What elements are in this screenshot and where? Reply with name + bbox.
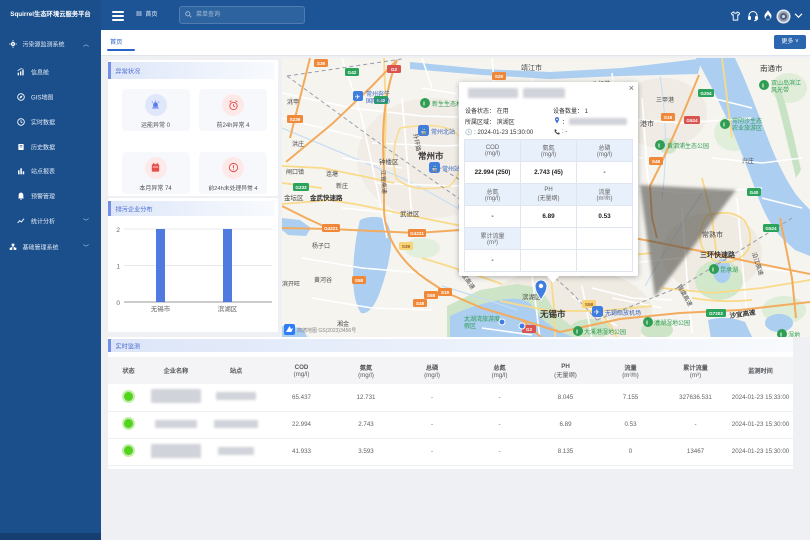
svg-text:漕湖湿地公园: 漕湖湿地公园 bbox=[654, 319, 690, 327]
svg-text:三甲港: 三甲港 bbox=[656, 96, 674, 104]
svg-text:农业旅游区: 农业旅游区 bbox=[732, 124, 762, 132]
svg-text:ll: ll bbox=[423, 102, 425, 108]
svg-text:ll: ll bbox=[646, 321, 648, 327]
svg-text:ll: ll bbox=[762, 84, 764, 90]
svg-text:金武快速路: 金武快速路 bbox=[309, 193, 343, 202]
svg-text:钟楼区: 钟楼区 bbox=[379, 157, 399, 166]
svg-text:1: 1 bbox=[116, 264, 120, 271]
svg-text:太湖湾旅游度: 太湖湾旅游度 bbox=[464, 315, 500, 323]
svg-text:S19: S19 bbox=[664, 115, 673, 120]
svg-text:S58: S58 bbox=[355, 278, 364, 283]
svg-text:大溪港湿地公园: 大溪港湿地公园 bbox=[584, 328, 626, 336]
svg-text:🚆: 🚆 bbox=[431, 165, 438, 173]
svg-text:2: 2 bbox=[116, 227, 120, 234]
svg-text:风光带: 风光带 bbox=[771, 86, 789, 94]
svg-text:S39: S39 bbox=[402, 244, 411, 249]
svg-text:黄泗浦生态公园: 黄泗浦生态公园 bbox=[667, 142, 709, 150]
svg-text:G4221: G4221 bbox=[324, 226, 338, 231]
svg-text:闸口镇: 闸口镇 bbox=[286, 168, 304, 176]
svg-text:无锡市: 无锡市 bbox=[539, 309, 566, 319]
svg-text:湘金: 湘金 bbox=[337, 320, 349, 328]
svg-text:黄河谷: 黄河谷 bbox=[314, 276, 332, 284]
svg-text:假区: 假区 bbox=[464, 322, 476, 330]
svg-text:南通市: 南通市 bbox=[760, 63, 783, 73]
svg-text:新生生态林: 新生生态林 bbox=[432, 100, 462, 108]
svg-text:靖江市: 靖江市 bbox=[521, 63, 542, 72]
svg-text:兴庄: 兴庄 bbox=[742, 157, 754, 165]
svg-text:双山岛滨江: 双山岛滨江 bbox=[771, 79, 801, 87]
svg-text:S19: S19 bbox=[441, 290, 450, 295]
svg-text:✈: ✈ bbox=[594, 310, 600, 317]
svg-text:国际机场: 国际机场 bbox=[366, 97, 390, 105]
svg-text:G7202: G7202 bbox=[709, 311, 723, 316]
svg-text:S48: S48 bbox=[652, 159, 661, 164]
svg-text:✈: ✈ bbox=[355, 94, 361, 101]
svg-text:武进区: 武进区 bbox=[400, 209, 420, 218]
svg-text:金坛区: 金坛区 bbox=[284, 193, 304, 202]
svg-text:港市: 港市 bbox=[640, 119, 654, 128]
svg-text:S239: S239 bbox=[290, 117, 301, 122]
svg-text:ll: ll bbox=[723, 123, 725, 129]
svg-text:G2: G2 bbox=[391, 67, 398, 72]
svg-text:连塘: 连塘 bbox=[326, 170, 338, 178]
svg-text:ll: ll bbox=[576, 330, 578, 336]
svg-text:常熟市: 常熟市 bbox=[702, 230, 723, 239]
svg-text:常州市: 常州市 bbox=[418, 151, 444, 161]
svg-text:常州北站: 常州北站 bbox=[431, 128, 455, 136]
svg-text:新庄: 新庄 bbox=[336, 182, 348, 190]
svg-text:S39: S39 bbox=[317, 61, 326, 66]
svg-text:G204: G204 bbox=[700, 91, 712, 96]
svg-text:无锡硕放机场: 无锡硕放机场 bbox=[605, 309, 641, 317]
svg-text:ll: ll bbox=[712, 268, 714, 274]
svg-text:三环快速路: 三环快速路 bbox=[700, 250, 736, 259]
svg-text:洮甲: 洮甲 bbox=[287, 98, 299, 106]
svg-text:🚆: 🚆 bbox=[420, 128, 427, 136]
svg-text:G42: G42 bbox=[348, 70, 357, 75]
svg-text:G40: G40 bbox=[750, 190, 759, 195]
svg-text:G233: G233 bbox=[295, 185, 307, 190]
svg-text:常阴沙生态: 常阴沙生态 bbox=[732, 117, 762, 125]
svg-text:G524: G524 bbox=[686, 118, 698, 123]
svg-text:S58: S58 bbox=[427, 293, 436, 298]
svg-text:滨开旺: 滨开旺 bbox=[282, 280, 300, 288]
svg-text:昆承湖: 昆承湖 bbox=[720, 266, 738, 274]
svg-text:杨子口: 杨子口 bbox=[312, 242, 330, 250]
svg-text:无锡市: 无锡市 bbox=[151, 304, 171, 313]
svg-text:S58: S58 bbox=[585, 302, 594, 307]
svg-text:ll: ll bbox=[658, 144, 660, 150]
svg-text:G524: G524 bbox=[765, 226, 777, 231]
svg-text:G2: G2 bbox=[526, 327, 533, 332]
svg-text:常州站: 常州站 bbox=[442, 165, 460, 173]
svg-text:G4221: G4221 bbox=[410, 231, 424, 236]
svg-text:高德地图 GS(2023)3456号: 高德地图 GS(2023)3456号 bbox=[297, 327, 356, 334]
svg-text:S29: S29 bbox=[495, 74, 504, 79]
svg-text:S48: S48 bbox=[416, 301, 425, 306]
svg-text:0: 0 bbox=[116, 300, 120, 307]
svg-text:滨湖区: 滨湖区 bbox=[218, 304, 238, 313]
svg-text:常州奔牛: 常州奔牛 bbox=[366, 90, 390, 98]
svg-text:洪庄: 洪庄 bbox=[292, 140, 304, 148]
